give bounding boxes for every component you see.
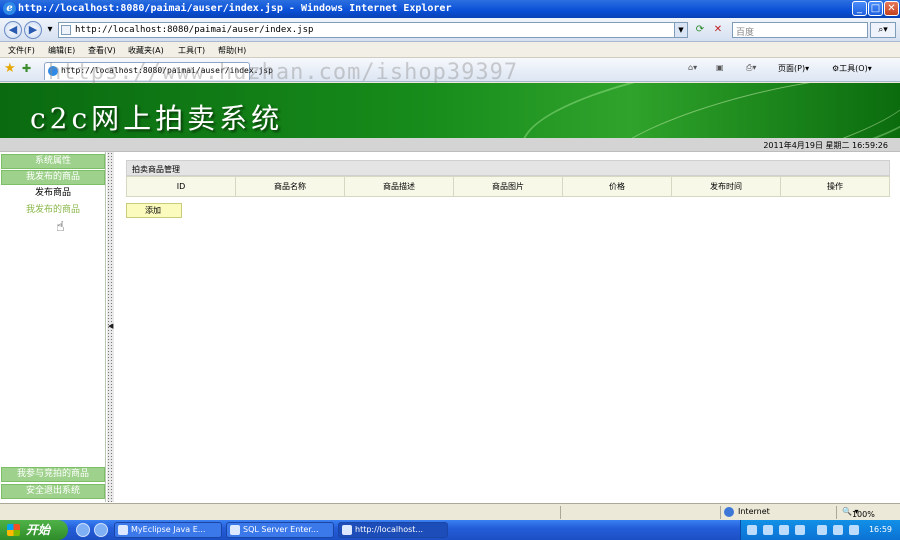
title-bar: e http://localhost:8080/paimai/auser/ind…: [0, 0, 900, 18]
forward-arrow-icon[interactable]: ▶: [24, 21, 42, 39]
home-icon[interactable]: ⌂▾: [688, 63, 697, 72]
status-divider: [836, 506, 837, 519]
browser-tab[interactable]: http://localhost:8080/paimai/auser/index…: [44, 62, 273, 80]
internet-zone-icon: [724, 507, 734, 517]
panel-title: 拍卖商品管理: [132, 165, 180, 174]
sidebar-item-publish[interactable]: 发布商品: [1, 186, 105, 201]
menu-tools[interactable]: 工具(T): [178, 45, 205, 56]
column-header: 发布时间: [671, 176, 781, 197]
clock: 16:59: [868, 525, 892, 534]
tray-icon[interactable]: [849, 525, 859, 535]
menu-edit[interactable]: 编辑(E): [48, 45, 75, 56]
page-icon: [61, 25, 71, 35]
address-url: http://localhost:8080/paimai/auser/index…: [75, 25, 314, 35]
menu-favorites[interactable]: 收藏夹(A): [128, 45, 164, 56]
status-bar: Internet 🔍 100% ▾: [0, 503, 900, 520]
column-header: ID: [126, 176, 236, 197]
tools-menu[interactable]: ⚙工具(O)▾: [832, 63, 872, 74]
start-button[interactable]: 开始: [0, 520, 68, 540]
page-menu[interactable]: 页面(P)▾: [778, 63, 809, 74]
taskbar-item-label: http://localhost...: [355, 525, 424, 534]
tray-icon[interactable]: [795, 525, 805, 535]
column-header: 价格: [562, 176, 672, 197]
taskbar-item-label: SQL Server Enter...: [243, 525, 319, 534]
sidebar-item-my-bids[interactable]: 我参与竞拍的商品: [1, 467, 105, 482]
tray-icon[interactable]: [763, 525, 773, 535]
windows-logo-icon: [7, 524, 20, 536]
start-label: 开始: [26, 523, 51, 537]
tools-menu-label: 工具(O): [839, 64, 868, 73]
sidebar-item-my-published[interactable]: 我发布的商品: [1, 203, 105, 218]
tray-icon[interactable]: [833, 525, 843, 535]
print-icon[interactable]: ⎙▾: [746, 63, 756, 73]
collapse-arrow-icon[interactable]: ◀: [108, 322, 113, 330]
maximize-button[interactable]: □: [868, 1, 883, 16]
security-zone: Internet: [738, 507, 770, 516]
panel-title-bar: 拍卖商品管理: [126, 160, 890, 176]
sidebar-item-logout[interactable]: 安全退出系统: [1, 484, 105, 499]
sidebar: 系统属性 我发布的商品 发布商品 我发布的商品 我参与竞拍的商品 安全退出系统: [0, 152, 106, 502]
back-arrow-icon[interactable]: ◀: [4, 21, 22, 39]
menu-view[interactable]: 查看(V): [88, 45, 116, 56]
column-header: 商品图片: [453, 176, 563, 197]
column-header: 商品名称: [235, 176, 345, 197]
stop-icon[interactable]: ✕: [710, 22, 726, 38]
add-favorites-icon[interactable]: ✚: [22, 62, 31, 76]
site-banner: c2c网上拍卖系统: [0, 83, 900, 138]
address-field[interactable]: http://localhost:8080/paimai/auser/index…: [58, 22, 688, 38]
sidebar-item-system-properties[interactable]: 系统属性: [1, 154, 105, 169]
taskbar-item-label: MyEclipse Java E...: [131, 525, 206, 534]
tray-icon[interactable]: [779, 525, 789, 535]
date-bar: 2011年4月19日 星期二 16:59:26: [0, 138, 900, 152]
search-input[interactable]: 百度: [732, 22, 868, 38]
status-divider: [560, 506, 561, 519]
table-header-row: ID 商品名称 商品描述 商品图片 价格 发布时间 操作: [126, 176, 890, 197]
system-tray: 16:59: [740, 520, 900, 540]
tab-title: http://localhost:8080/paimai/auser/index…: [61, 66, 273, 75]
history-dropdown-icon[interactable]: ▾: [42, 22, 58, 38]
tray-icon[interactable]: [747, 525, 757, 535]
tray-icon[interactable]: [817, 525, 827, 535]
address-toolbar: ◀ ▶ ▾ http://localhost:8080/paimai/auser…: [0, 18, 900, 42]
page-menu-label: 页面(P): [778, 64, 806, 73]
taskbar-item-myeclipse[interactable]: MyEclipse Java E...: [114, 522, 222, 538]
window-title: http://localhost:8080/paimai/auser/index…: [18, 3, 452, 14]
search-icon[interactable]: ⌕▾: [870, 22, 896, 38]
column-header: 商品描述: [344, 176, 454, 197]
ie-task-icon: [342, 525, 352, 535]
zoom-value: 100%: [851, 510, 875, 519]
menu-bar: 文件(F) 编辑(E) 查看(V) 收藏夹(A) 工具(T) 帮助(H): [0, 42, 900, 58]
menu-help[interactable]: 帮助(H): [218, 45, 246, 56]
items-table: ID 商品名称 商品描述 商品图片 价格 发布时间 操作: [126, 176, 890, 197]
current-datetime: 2011年4月19日 星期二 16:59:26: [763, 141, 888, 150]
quicklaunch-ie2-icon[interactable]: [94, 523, 108, 537]
sidebar-item-my-items[interactable]: 我发布的商品: [1, 170, 105, 185]
myeclipse-icon: [118, 525, 128, 535]
menu-file[interactable]: 文件(F): [8, 45, 35, 56]
sqlserver-icon: [230, 525, 240, 535]
ie-icon: e: [3, 2, 16, 15]
minimize-button[interactable]: _: [852, 1, 867, 16]
close-button[interactable]: ✕: [884, 1, 899, 16]
feeds-icon[interactable]: ▣: [716, 63, 724, 72]
tab-page-icon: [48, 66, 58, 76]
taskbar-item-sqlserver[interactable]: SQL Server Enter...: [226, 522, 334, 538]
taskbar-item-ie[interactable]: http://localhost...: [338, 522, 448, 538]
add-button[interactable]: 添加: [126, 203, 182, 218]
tab-row: ★ ✚ http://localhost:8080/paimai/auser/i…: [0, 58, 900, 82]
site-title: c2c网上拍卖系统: [30, 102, 284, 135]
favorites-star-icon[interactable]: ★: [4, 62, 16, 76]
zoom-level[interactable]: 🔍 100% ▾: [842, 507, 875, 519]
status-divider: [720, 506, 721, 519]
hand-cursor-icon: ☝: [56, 219, 65, 235]
quicklaunch-ie-icon[interactable]: [76, 523, 90, 537]
column-header: 操作: [780, 176, 890, 197]
address-dropdown-icon[interactable]: ▼: [674, 23, 687, 37]
taskbar: 开始 MyEclipse Java E... SQL Server Enter.…: [0, 520, 900, 540]
refresh-icon[interactable]: ⟳: [692, 22, 708, 38]
search-placeholder: 百度: [736, 28, 755, 38]
sidebar-splitter[interactable]: ◀: [107, 152, 114, 502]
